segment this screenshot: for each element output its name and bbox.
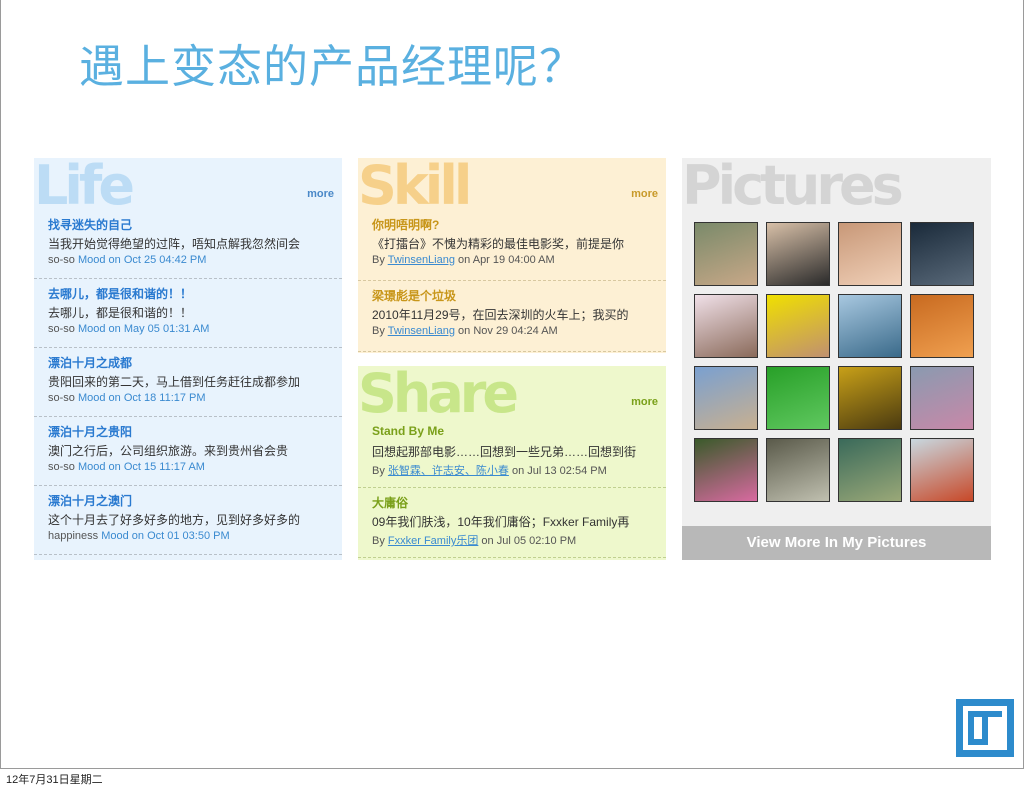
entry-meta: By 张智霖、许志安、陈小春 on Jul 13 02:54 PM [372, 462, 652, 478]
brand-logo [956, 699, 1014, 757]
entry-date: on Jul 05 02:10 PM [481, 535, 577, 547]
author-link[interactable]: TwinsenLiang [388, 325, 455, 337]
mood-date: Mood on Oct 15 11:17 AM [77, 461, 205, 473]
entry-excerpt: 去哪儿，都是很和谐的！！ [48, 306, 193, 320]
entry-excerpt: 回想起那部电影……回想到一些兄弟……回想到街 [372, 445, 637, 459]
pictures-panel: Pictures View More In My Pictures [682, 154, 991, 560]
mood-date: Mood on May 05 01:31 AM [77, 323, 210, 335]
logo-mark-icon [963, 706, 1007, 750]
mood-date: Mood on Oct 18 11:17 PM [77, 392, 206, 404]
photo-party[interactable] [694, 438, 758, 502]
photo-ocean[interactable] [838, 294, 902, 358]
life-more-link[interactable]: more [307, 188, 334, 200]
photo-city-aerial[interactable] [838, 438, 902, 502]
photo-statue[interactable] [766, 438, 830, 502]
entry-excerpt: 贵阳回来的第二天，马上借到任务赶往成都参加 [48, 375, 301, 389]
life-entry: 找寻迷失的自己 当我开始觉得绝望的过阵，唔知点解我忽然间会 so-so Mood o… [34, 210, 342, 279]
photo-girl-smile[interactable] [838, 222, 902, 286]
photo-island[interactable] [694, 294, 758, 358]
life-entry: 漂泊十月之贵阳澳门之行后，公司组织旅游。来到贵州省会贵 so-so Mood on… [34, 417, 342, 486]
view-more-pictures-button[interactable]: View More In My Pictures [682, 526, 991, 560]
photo-green[interactable] [766, 366, 830, 430]
share-header: Share more [358, 362, 666, 425]
skill-more-link[interactable]: more [631, 188, 658, 200]
entry-meta: so-so Mood on Oct 25 04:42 PM [48, 254, 328, 266]
life-heading: Life [34, 154, 135, 217]
photo-crowd[interactable] [910, 366, 974, 430]
share-more-link[interactable]: more [631, 396, 658, 408]
life-header: Life more [34, 154, 342, 217]
pictures-heading: Pictures [682, 154, 904, 217]
slide-title: 遇上变态的产品经理呢？ [79, 40, 586, 93]
entry-meta: so-so Mood on Oct 15 11:17 AM [48, 461, 328, 473]
share-panel: Share more Stand By Me 回想起那部电影……回想到一些兄弟……… [358, 362, 666, 560]
life-list: 找寻迷失的自己 当我开始觉得绝望的过阵，唔知点解我忽然间会 so-so Mood o… [34, 210, 342, 555]
mood-value: so-so [48, 461, 75, 473]
by-label: By [372, 254, 385, 266]
photo-boy-face[interactable] [694, 222, 758, 286]
share-entry: 大庸俗 09年我们肤浅，10年我们庸俗；Fxxker Family再 By Fxxk… [358, 488, 666, 558]
entry-excerpt: 当我开始觉得绝望的过阵，唔知点解我忽然间会 [48, 237, 301, 251]
photo-yellow-eyes[interactable] [766, 294, 830, 358]
entry-meta: so-so Mood on Oct 18 11:17 PM [48, 392, 328, 404]
photo-sunglasses[interactable] [766, 222, 830, 286]
skill-panel: Skill more 你明唔明啊? 《打擂台》不愧为精彩的最佳电影奖，前提是你 By… [358, 154, 666, 353]
mood-value: so-so [48, 254, 75, 266]
skill-entry: 梁璟彪是个垃圾 2010年11月29号，在回去深圳的火车上；我买的 By Twins… [358, 281, 666, 352]
photo-yellow-tree[interactable] [838, 366, 902, 430]
photo-night-sea[interactable] [910, 222, 974, 286]
entry-meta: By Fxxker Family乐团 on Jul 05 02:10 PM [372, 532, 652, 548]
entry-meta: so-so Mood on May 05 01:31 AM [48, 323, 328, 335]
entry-date: on Jul 13 02:54 PM [511, 465, 607, 477]
mood-value: so-so [48, 323, 75, 335]
by-label: By [372, 465, 385, 477]
entry-excerpt: 09年我们肤浅，10年我们庸俗；Fxxker Family再 [372, 515, 630, 529]
pictures-header: Pictures [682, 154, 991, 217]
entry-excerpt: 澳门之行后，公司组织旅游。来到贵州省会贵 [48, 444, 289, 458]
entry-excerpt: 这个十月去了好多好多的地方，见到好多好多的 [48, 513, 301, 527]
entry-excerpt: 《打擂台》不愧为精彩的最佳电影奖，前提是你 [372, 237, 625, 251]
photo-ruins[interactable] [694, 366, 758, 430]
entry-title-link[interactable]: 漂泊十月之贵阳 [48, 417, 328, 441]
photo-grid [694, 222, 980, 510]
skill-list: 你明唔明啊? 《打擂台》不愧为精彩的最佳电影奖，前提是你 By TwinsenLia… [358, 210, 666, 352]
mood-date: Mood on Oct 01 03:50 PM [101, 530, 230, 542]
by-label: By [372, 325, 385, 337]
author-link[interactable]: TwinsenLiang [388, 254, 455, 266]
life-panel: Life more 找寻迷失的自己 当我开始觉得绝望的过阵，唔知点解我忽然间会 so… [34, 154, 342, 560]
entry-title-link[interactable]: 梁璟彪是个垃圾 [372, 281, 652, 305]
photo-boy-portrait[interactable] [910, 294, 974, 358]
skill-header: Skill more [358, 154, 666, 217]
photo-beach[interactable] [910, 438, 974, 502]
entry-title-link[interactable]: 漂泊十月之澳门 [48, 486, 328, 510]
skill-entry: 你明唔明啊? 《打擂台》不愧为精彩的最佳电影奖，前提是你 By TwinsenLia… [358, 210, 666, 281]
share-entry: Stand By Me 回想起那部电影……回想到一些兄弟……回想到街 By 张智霖、… [358, 418, 666, 488]
life-entry: 漂泊十月之成都贵阳回来的第二天，马上借到任务赶往成都参加 so-so Mood o… [34, 348, 342, 417]
entry-meta: By TwinsenLiang on Apr 19 04:00 AM [372, 254, 652, 266]
entry-meta: By TwinsenLiang on Nov 29 04:24 AM [372, 325, 652, 337]
entry-title-link[interactable]: 大庸俗 [372, 488, 652, 512]
author-link[interactable]: Fxxker Family乐团 [388, 535, 478, 547]
slide: 遇上变态的产品经理呢？ Life more 找寻迷失的自己 当我开始觉得绝望的过阵… [0, 0, 1024, 769]
entry-title-link[interactable]: 去哪儿，都是很和谐的！！ [48, 279, 328, 303]
footer-date: 12年7月31日星期二 [6, 774, 103, 786]
share-list: Stand By Me 回想起那部电影……回想到一些兄弟……回想到街 By 张智霖、… [358, 418, 666, 558]
entry-meta: happiness Mood on Oct 01 03:50 PM [48, 530, 328, 542]
author-link[interactable]: 张智霖、许志安、陈小春 [388, 465, 509, 477]
mood-value: happiness [48, 530, 99, 542]
entry-date: on Apr 19 04:00 AM [458, 254, 555, 266]
mood-value: so-so [48, 392, 75, 404]
life-entry: 漂泊十月之澳门这个十月去了好多好多的地方，见到好多好多的 happiness Mo… [34, 486, 342, 555]
mood-date: Mood on Oct 25 04:42 PM [77, 254, 207, 266]
entry-date: on Nov 29 04:24 AM [458, 325, 558, 337]
life-entry: 去哪儿，都是很和谐的！！ 去哪儿，都是很和谐的！！ so-so Mood on Ma… [34, 279, 342, 348]
skill-heading: Skill [358, 154, 472, 217]
by-label: By [372, 535, 385, 547]
entry-excerpt: 2010年11月29号，在回去深圳的火车上；我买的 [372, 308, 629, 322]
share-heading: Share [358, 362, 519, 425]
entry-title-link[interactable]: 漂泊十月之成都 [48, 348, 328, 372]
